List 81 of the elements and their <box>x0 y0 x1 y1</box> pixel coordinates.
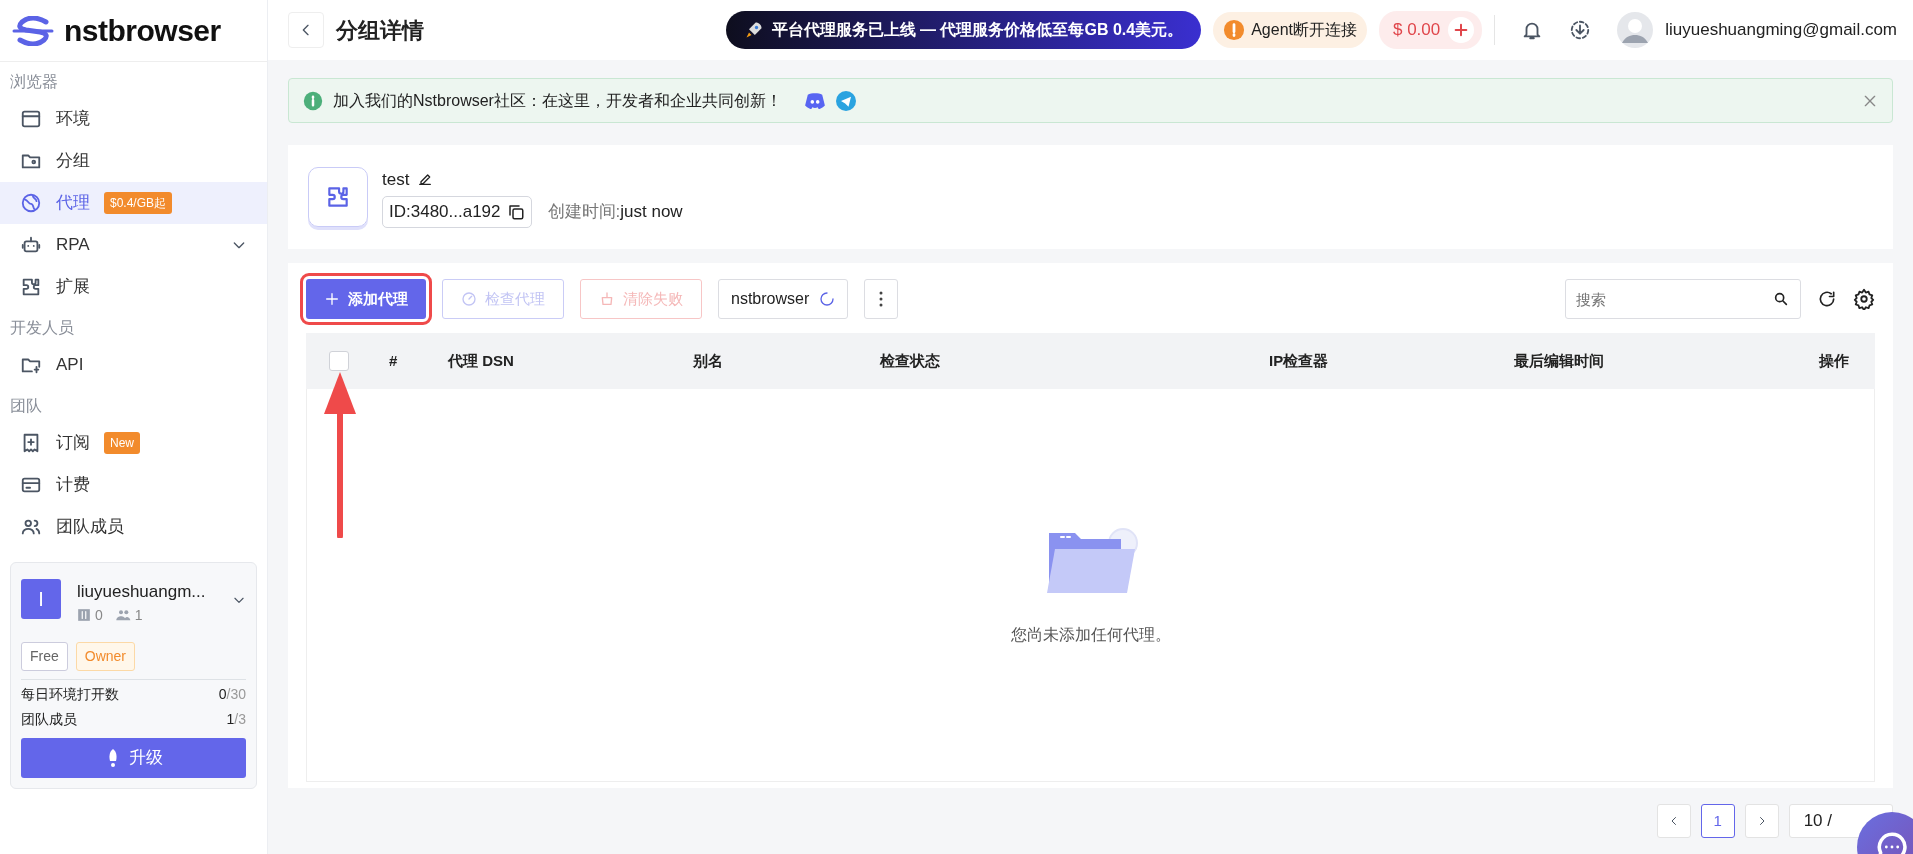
logo-icon <box>12 15 54 46</box>
team-name: liuyueshuangm... <box>77 581 207 603</box>
more-vertical-icon <box>879 291 884 307</box>
item-label: 代理 <box>56 192 90 215</box>
avatar-icon <box>1617 12 1654 48</box>
member-count: 1 <box>134 605 143 625</box>
stat-label: 每日环境打开数 <box>21 684 119 704</box>
page-button[interactable]: 1 <box>1700 804 1735 838</box>
puzzle-icon <box>20 276 42 298</box>
sidebar-item[interactable]: 环境 <box>0 98 267 140</box>
sidebar-item[interactable]: 计费 <box>0 464 267 506</box>
chat-icon <box>1875 830 1909 854</box>
balance-amount: $ 0.00 <box>1392 19 1441 42</box>
stat-value: 1/3 <box>226 709 246 729</box>
plus-icon <box>324 291 340 307</box>
browser-window-icon <box>20 108 42 130</box>
warning-icon <box>1223 19 1246 41</box>
item-label: 环境 <box>56 108 90 131</box>
select-all-checkbox[interactable] <box>329 351 349 371</box>
paper-plane-icon[interactable] <box>835 90 856 111</box>
alert-text: 加入我们的Nstbrowser社区：在这里，开发者和企业共同创新！ <box>333 90 782 111</box>
created-label: 创建时间: <box>547 202 621 221</box>
group-id: ID:3480...a192 <box>382 196 532 228</box>
sidebar-item[interactable]: 分组 <box>0 140 267 182</box>
section-title: 开发人员 <box>9 318 75 338</box>
plus-icon <box>1453 22 1470 38</box>
download-icon[interactable] <box>1569 19 1592 41</box>
team-avatar: I <box>21 579 61 619</box>
sidebar-item[interactable]: RPA <box>0 224 267 266</box>
refresh-icon[interactable] <box>1817 289 1837 309</box>
agent-status[interactable]: Agent断开连接 <box>1213 12 1367 48</box>
sidebar-item[interactable]: 订阅 New <box>0 422 267 464</box>
column-header: 检查状态 <box>880 350 941 371</box>
logo-text: nstbrowser <box>64 13 221 49</box>
group-name: test <box>382 168 410 191</box>
section-title: 团队 <box>9 396 43 416</box>
puzzle-icon <box>325 184 351 210</box>
gauge-icon <box>461 291 477 307</box>
plan-tag: Free <box>21 641 68 671</box>
globe-icon <box>20 192 42 214</box>
page-title: 分组详情 <box>336 16 424 45</box>
item-label: 计费 <box>56 474 90 497</box>
user-email: liuyueshuangming@gmail.com <box>1665 19 1897 42</box>
column-header: 最后编辑时间 <box>1514 350 1605 371</box>
settings-icon[interactable] <box>1853 288 1875 310</box>
item-label: RPA <box>56 234 90 257</box>
stat-label: 团队成员 <box>21 709 77 729</box>
sidebar-item[interactable]: API <box>0 344 267 386</box>
column-header: 别名 <box>693 350 724 371</box>
item-label: 团队成员 <box>56 516 124 539</box>
sidebar-item[interactable]: 扩展 <box>0 266 267 308</box>
info-icon <box>303 90 323 111</box>
item-label: 分组 <box>56 150 90 173</box>
profile-count: 0 <box>95 605 103 625</box>
pencil-icon[interactable] <box>417 171 434 188</box>
spinner-icon <box>819 291 836 307</box>
sidebar-item[interactable]: 团队成员 <box>0 506 267 548</box>
created-time: just now <box>620 202 683 221</box>
chat-bubble-icon[interactable] <box>803 91 826 110</box>
section-title: 浏览器 <box>9 72 59 92</box>
empty-message: 您尚未添加任何代理。 <box>1010 625 1171 645</box>
badge: New <box>104 432 140 454</box>
stat-value: 0/30 <box>218 684 246 704</box>
search-icon <box>1773 291 1789 307</box>
promo-banner[interactable]: 平台代理服务已上线 — 代理服务价格低至每GB 0.4美元。 <box>725 11 1202 49</box>
plan-tag: Owner <box>75 641 136 671</box>
sidebar-item[interactable]: 代理 $0.4/GB起 <box>0 182 267 224</box>
users-icon <box>114 608 131 622</box>
search-field[interactable]: 搜索 <box>1565 279 1801 319</box>
column-header: 操作 <box>1819 350 1850 371</box>
column-header: 代理 DSN <box>448 350 515 371</box>
item-label: 扩展 <box>56 276 90 299</box>
browser-select[interactable]: nstbrowser <box>718 279 849 319</box>
badge: $0.4/GB起 <box>104 192 173 214</box>
column-header: # <box>389 350 399 371</box>
column-header: IP检查器 <box>1269 350 1330 371</box>
item-label: 订阅 <box>56 432 90 455</box>
upgrade-button[interactable]: 升级 <box>21 737 246 778</box>
item-label: API <box>56 354 84 377</box>
copy-icon[interactable] <box>506 202 525 221</box>
add-funds-button[interactable] <box>1448 17 1475 43</box>
